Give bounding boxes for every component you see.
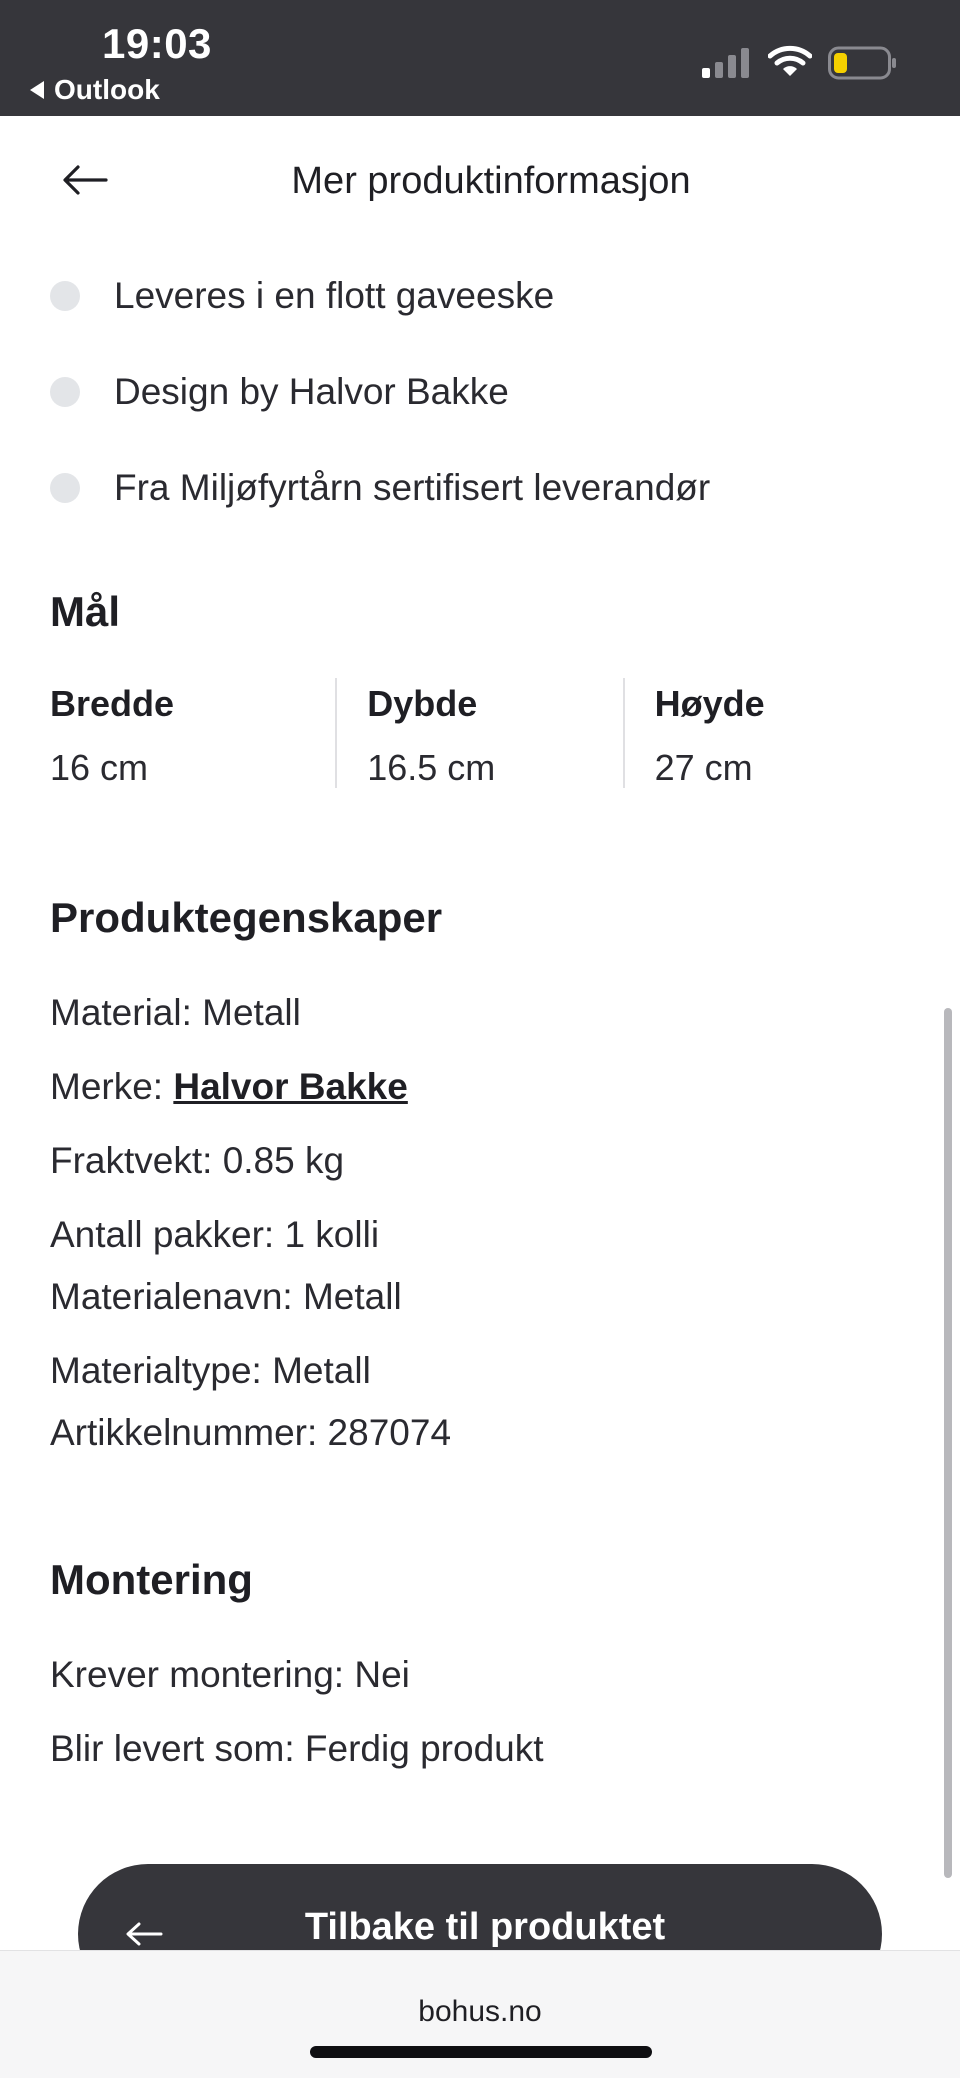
wifi-icon [768,45,812,76]
dimension-depth: Dybde 16.5 cm [335,678,622,788]
property-material-type: Materialtype: Metall [50,1350,371,1391]
status-bar: 19:03 Outlook [0,0,960,116]
dimension-label: Bredde [50,683,175,724]
property-material-name: Materialenavn: Metall [50,1276,402,1317]
brand-prefix: Merke: [50,1066,174,1107]
list-item: Fra Miljøfyrtårn sertifisert leverandør [50,440,910,536]
dimension-height: Høyde 27 cm [622,678,910,788]
scrollbar[interactable] [944,1008,952,1878]
bullet-dot-icon [50,473,80,503]
back-triangle-icon [30,81,44,99]
page-header: Mer produktinformasjon [0,116,960,256]
dimensions-title: Mål [50,588,121,635]
property-material: Material: Metall [50,992,301,1033]
feature-list: Leveres i en flott gaveeske Design by Ha… [50,248,910,536]
dimension-label: Dybde [367,683,478,724]
status-time: 19:03 [102,20,212,67]
dimensions-table: Bredde 16 cm Dybde 16.5 cm Høyde 27 cm [50,678,910,788]
feature-text: Design by Halvor Bakke [114,371,509,412]
browser-url-bar[interactable]: bohus.no [0,1950,960,2078]
assembly-delivered-as: Blir levert som: Ferdig produkt [50,1728,544,1769]
back-app-label: Outlook [54,74,160,105]
page-title: Mer produktinformasjon [291,160,691,202]
dimension-value: 16 cm [50,747,149,788]
dimension-width: Bredde 16 cm [50,678,335,788]
bullet-dot-icon [50,281,80,311]
back-to-app-link[interactable]: Outlook [30,74,160,106]
home-indicator[interactable] [310,2046,652,2058]
bullet-dot-icon [50,377,80,407]
feature-text: Leveres i en flott gaveeske [114,275,555,316]
assembly-required: Krever montering: Nei [50,1654,410,1695]
dimension-value: 27 cm [654,747,753,788]
url-text[interactable]: bohus.no [0,1995,960,2029]
property-packages: Antall pakker: 1 kolli [50,1214,380,1255]
assembly-title: Montering [50,1556,253,1603]
dimension-value: 16.5 cm [367,747,496,788]
property-shipping-weight: Fraktvekt: 0.85 kg [50,1140,345,1181]
property-brand: Merke: Halvor Bakke [50,1066,408,1108]
cellular-signal-icon [702,48,749,78]
page: 19:03 Outlook Mer produktinformasjon Lev… [0,0,960,2078]
brand-link[interactable]: Halvor Bakke [173,1066,407,1107]
list-item: Leveres i en flott gaveeske [50,248,910,344]
back-to-product-label: Tilbake til produktet [304,1906,666,1948]
properties-title: Produktegenskaper [50,894,443,941]
battery-low-icon [828,46,896,80]
property-article-number: Artikkelnummer: 287074 [50,1412,452,1453]
dimension-label: Høyde [654,683,765,724]
list-item: Design by Halvor Bakke [50,344,910,440]
feature-text: Fra Miljøfyrtårn sertifisert leverandør [114,467,711,508]
